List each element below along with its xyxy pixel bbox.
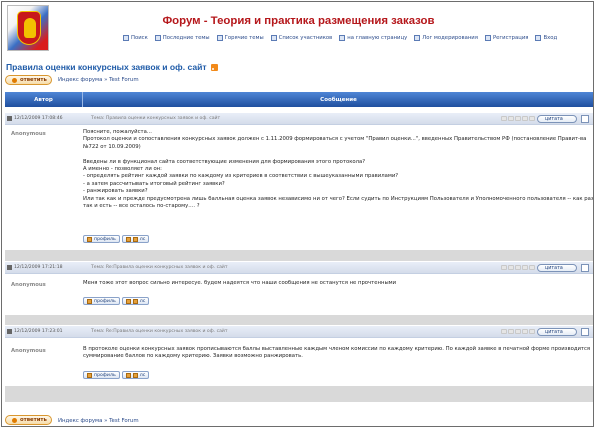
post-author: Anonymous: [11, 131, 46, 137]
post-header: 12/12/2009 17:23:01 Тема: Re:Правила оце…: [5, 326, 593, 338]
rating-stars[interactable]: [501, 116, 536, 121]
coat-of-arms-logo: [7, 5, 49, 51]
nav-login[interactable]: Вход: [535, 34, 557, 41]
forum-page: Форум - Теория и практика размещения зак…: [1, 1, 594, 427]
post-separator: [5, 250, 593, 261]
post-3: 12/12/2009 17:23:01 Тема: Re:Правила оце…: [5, 326, 593, 386]
post-date: 12/12/2009 17:23:01: [7, 329, 63, 334]
post-actions: профиль лс: [83, 297, 151, 305]
post-actions: профиль лс: [83, 371, 151, 379]
rating-stars[interactable]: [501, 329, 536, 334]
reply-button-bottom[interactable]: ответить: [5, 415, 52, 425]
profile-icon: [87, 298, 92, 304]
nav-search[interactable]: Поиск: [123, 34, 148, 41]
pm-icon: [125, 372, 131, 378]
login-icon: [535, 34, 542, 41]
rating-stars[interactable]: [501, 265, 536, 270]
post-author: Anonymous: [11, 348, 46, 354]
post-subject: Тема: Правила оценки конкурсных заявок и…: [91, 116, 221, 121]
post-date: 12/12/2009 17:21:18: [7, 265, 63, 270]
top-nav: Поиск Последние темы Горячие темы Список…: [123, 33, 564, 42]
profile-icon: [87, 236, 92, 242]
post-icon: [7, 116, 12, 121]
emblem-shield: [17, 11, 41, 45]
column-message: Сообщение: [320, 96, 357, 103]
profile-button[interactable]: профиль: [83, 235, 120, 243]
pm-icon-2: [132, 236, 138, 242]
post-body: Меня тоже этот вопрос сильно интересуе. …: [83, 280, 397, 286]
post-1: 12/12/2009 17:08:46 Тема: Правила оценки…: [5, 113, 594, 250]
hot-topics-icon: [216, 34, 223, 41]
nav-moderation-log[interactable]: Лог модерирования: [414, 34, 478, 41]
pm-icon: [125, 236, 131, 242]
post-separator: [5, 386, 593, 402]
pm-button[interactable]: лс: [121, 235, 150, 243]
nav-hot-topics[interactable]: Горячие темы: [216, 34, 264, 41]
moderation-log-icon: [414, 34, 421, 41]
members-icon: [270, 34, 277, 41]
pm-button[interactable]: лс: [121, 297, 150, 305]
scroll-top-icon[interactable]: [581, 328, 589, 336]
pm-icon: [125, 298, 131, 304]
post-subject: Тема: Re:Правила оценки конкурсных заяво…: [91, 265, 228, 270]
post-subject: Тема: Re:Правила оценки конкурсных заяво…: [91, 329, 228, 334]
nav-home[interactable]: на главную страницу: [339, 34, 407, 41]
eagle-icon: [24, 18, 36, 38]
breadcrumb-bottom[interactable]: Индекс форума » Test Forum: [58, 418, 139, 424]
register-icon: [484, 34, 491, 41]
post-icon: [7, 329, 12, 334]
home-icon: [339, 34, 346, 41]
reply-button[interactable]: ответить: [5, 75, 52, 85]
posts-table-header: Автор Сообщение: [5, 92, 593, 107]
post-header: 12/12/2009 17:21:18 Тема: Re:Правила оце…: [5, 262, 593, 274]
quote-button[interactable]: цитата: [537, 328, 577, 336]
post-2: 12/12/2009 17:21:18 Тема: Re:Правила оце…: [5, 262, 593, 315]
post-date: 12/12/2009 17:08:46: [7, 116, 63, 121]
post-icon: [7, 265, 12, 270]
profile-icon: [87, 372, 92, 378]
topic-title[interactable]: Правила оценки конкурсных заявок и оф. с…: [6, 61, 218, 73]
post-body: Поясните, пожалуйста... Протокол оценки …: [83, 129, 594, 210]
post-separator: [5, 315, 593, 325]
forum-title: Форум - Теория и практика размещения зак…: [162, 15, 435, 27]
nav-recent-topics[interactable]: Последние темы: [154, 34, 210, 41]
nav-members[interactable]: Список участников: [270, 34, 332, 41]
quote-button[interactable]: цитата: [537, 115, 577, 123]
search-icon: [123, 34, 129, 41]
post-actions: профиль лс: [83, 235, 151, 243]
profile-button[interactable]: профиль: [83, 371, 120, 379]
scroll-top-icon[interactable]: [581, 264, 589, 272]
quote-button[interactable]: цитата: [537, 264, 577, 272]
breadcrumb[interactable]: Индекс форума » Test Forum: [58, 77, 139, 83]
post-author: Anonymous: [11, 282, 46, 288]
pm-icon-2: [132, 298, 138, 304]
profile-button[interactable]: профиль: [83, 297, 120, 305]
pm-button[interactable]: лс: [121, 371, 150, 379]
pm-icon-2: [132, 372, 138, 378]
reply-icon: [12, 77, 17, 83]
post-body: В протоколе оценки конкурсных заявок про…: [83, 346, 591, 360]
rss-icon[interactable]: [210, 63, 218, 71]
post-header: 12/12/2009 17:08:46 Тема: Правила оценки…: [5, 113, 593, 125]
nav-register[interactable]: Регистрация: [484, 34, 528, 41]
column-author: Автор: [5, 92, 83, 107]
reply-icon: [12, 417, 17, 423]
topics-icon: [154, 34, 161, 41]
scroll-top-icon[interactable]: [581, 115, 589, 123]
